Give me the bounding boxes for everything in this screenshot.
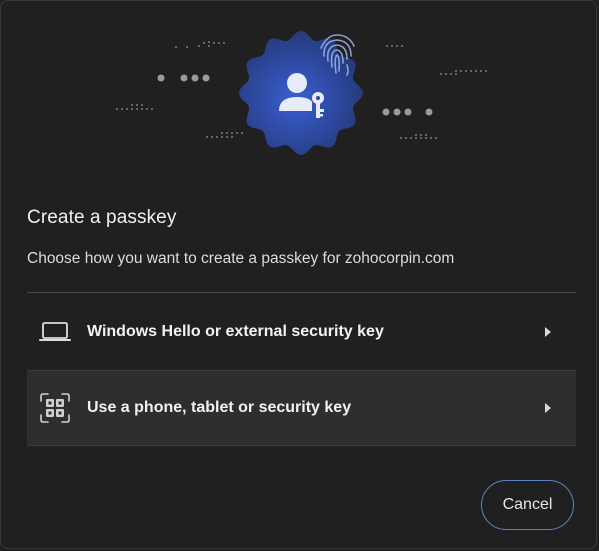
chevron-right-icon xyxy=(542,402,554,414)
cancel-button[interactable]: Cancel xyxy=(481,480,574,530)
qr-code-icon xyxy=(38,391,72,425)
dialog-title: Create a passkey xyxy=(27,207,177,228)
passkey-dialog: Create a passkey Choose how you want to … xyxy=(0,0,597,549)
dialog-subtitle: Choose how you want to create a passkey … xyxy=(27,250,455,267)
chevron-right-icon xyxy=(542,326,554,338)
option-label: Windows Hello or external security key xyxy=(87,323,384,340)
option-label: Use a phone, tablet or security key xyxy=(87,399,352,416)
decorative-dots-left xyxy=(116,41,243,138)
laptop-icon xyxy=(38,315,72,349)
option-phone-tablet[interactable]: Use a phone, tablet or security key xyxy=(27,370,576,446)
passkey-illustration xyxy=(116,31,487,155)
option-windows-hello[interactable]: Windows Hello or external security key xyxy=(27,294,576,370)
decorative-dots-right xyxy=(382,45,487,139)
divider xyxy=(27,292,576,293)
